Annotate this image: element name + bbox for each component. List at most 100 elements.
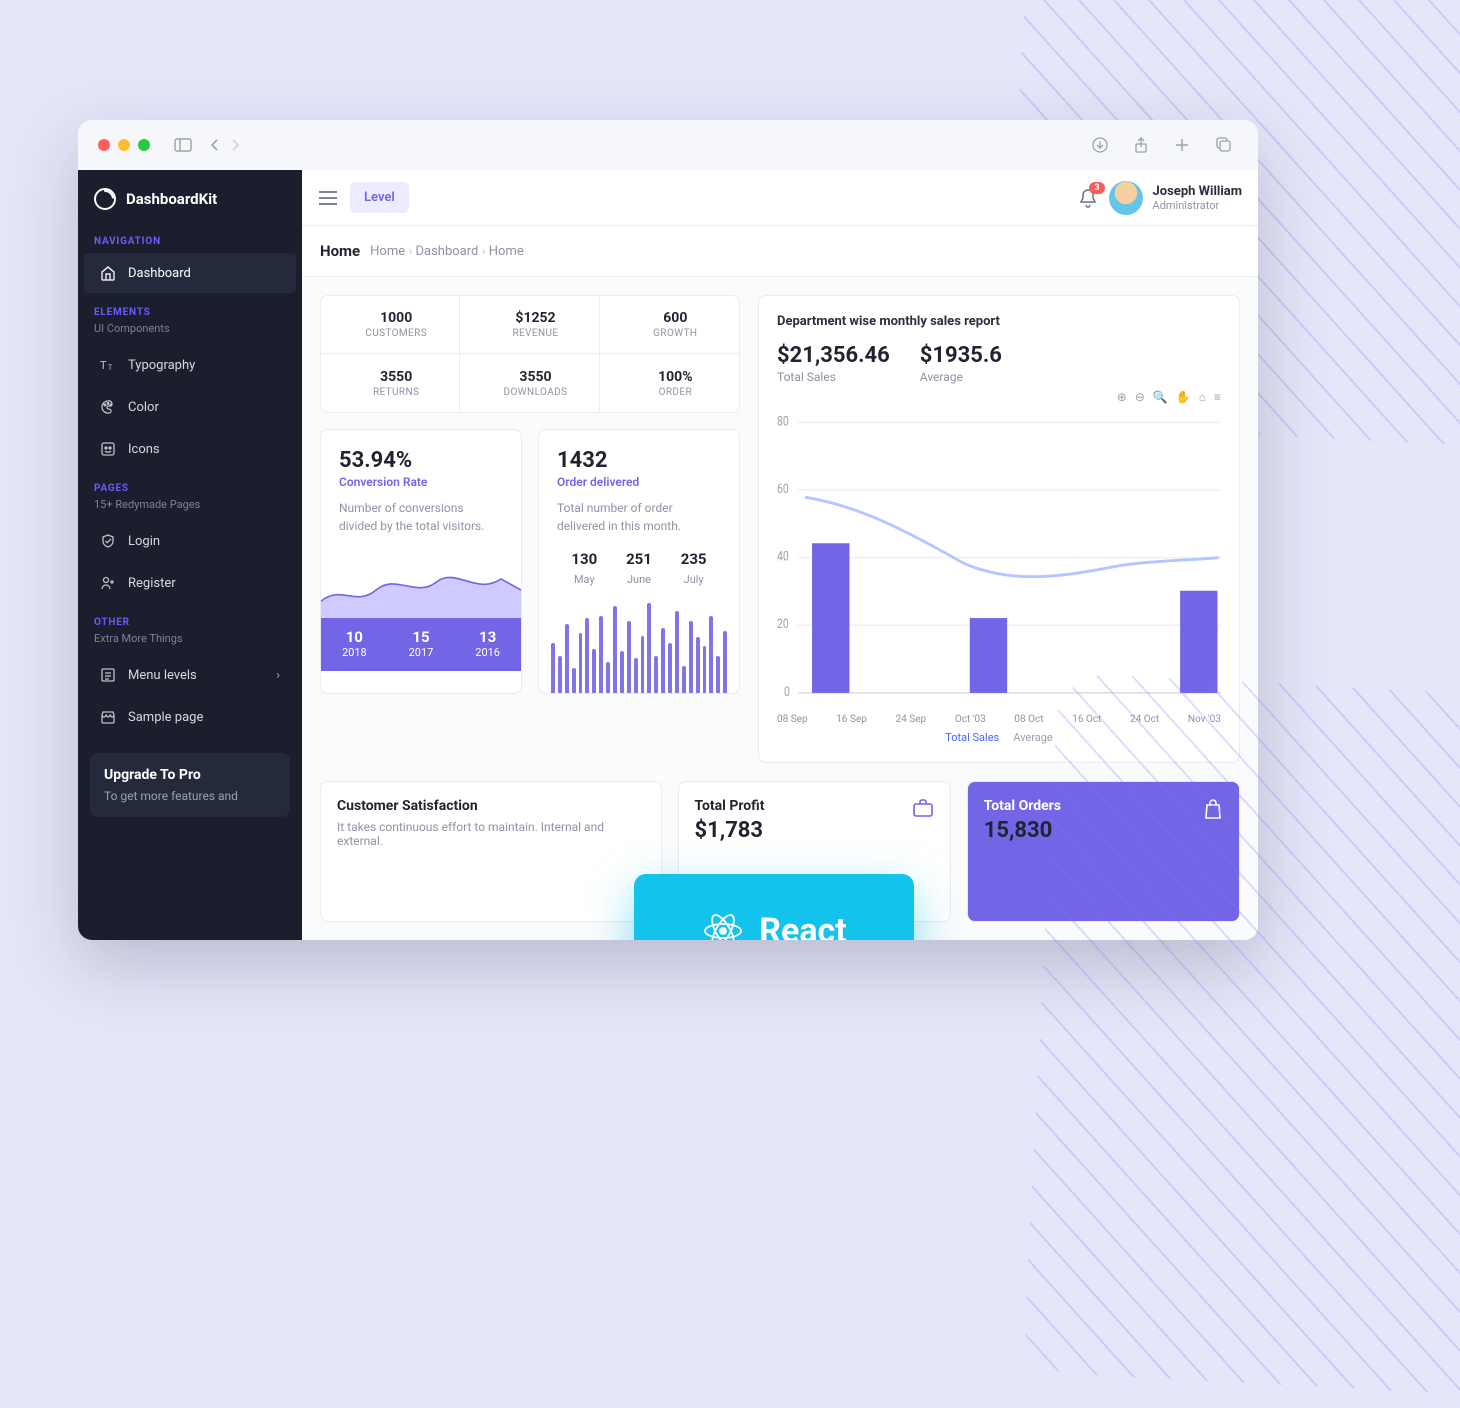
stat-label: ORDER xyxy=(659,387,692,398)
person-add-icon xyxy=(100,575,116,591)
svg-text:0: 0 xyxy=(784,684,790,699)
profit-title: Total Profit xyxy=(695,798,765,814)
conversion-value: 53.94% xyxy=(339,448,503,473)
zoom-in-icon[interactable]: ⊕ xyxy=(1117,390,1127,404)
forward-icon[interactable] xyxy=(230,138,240,152)
brand[interactable]: DashboardKit xyxy=(78,170,302,224)
home-icon[interactable]: ⌂ xyxy=(1199,390,1206,404)
x-label: 24 Oct xyxy=(1130,714,1159,725)
stat-downloads: 3550DOWNLOADS xyxy=(460,354,599,412)
sidebar-item-label: Register xyxy=(128,576,176,591)
stats-grid: 1000CUSTOMERS$1252REVENUE600GROWTH3550RE… xyxy=(320,295,740,413)
page-title: Home xyxy=(320,242,360,260)
tabs-icon[interactable] xyxy=(1216,137,1232,153)
month-stat: 235July xyxy=(681,549,707,587)
maximize-window[interactable] xyxy=(138,139,150,151)
section-title: NAVIGATION xyxy=(78,224,302,251)
breadcrumb-item[interactable]: Dashboard xyxy=(416,244,479,259)
svg-text:T: T xyxy=(108,364,113,372)
orders-value: 1432 xyxy=(557,448,721,473)
chart-toolbar: ⊕ ⊖ 🔍 ✋ ⌂ ≡ xyxy=(777,390,1221,404)
sidebar-item-register[interactable]: Register xyxy=(84,563,296,603)
menu-icon[interactable] xyxy=(318,191,338,205)
sidebar-item-icons[interactable]: Icons xyxy=(84,429,296,469)
stat-returns: 3550RETURNS xyxy=(321,354,460,412)
stat-label: GROWTH xyxy=(653,328,697,339)
orders-label: Order delivered xyxy=(557,475,721,489)
sidebar-item-color[interactable]: Color xyxy=(84,387,296,427)
zoom-out-icon[interactable]: ⊖ xyxy=(1135,390,1145,404)
sidebar-item-label: Dashboard xyxy=(128,266,191,281)
briefcase-icon xyxy=(912,798,934,818)
stat-growth: 600 GROWTH xyxy=(600,296,739,354)
sidebar-item-typography[interactable]: TT Typography xyxy=(84,345,296,385)
report-card: Department wise monthly sales report $21… xyxy=(758,295,1240,763)
minimize-window[interactable] xyxy=(118,139,130,151)
svg-text:T: T xyxy=(100,359,107,372)
total-orders-title: Total Orders xyxy=(984,798,1061,814)
shield-icon xyxy=(100,533,116,549)
menu-icon[interactable]: ≡ xyxy=(1214,390,1221,404)
plus-icon[interactable] xyxy=(1174,137,1190,153)
section-subtitle: 15+ Redymade Pages xyxy=(78,498,302,519)
conversion-desc: Number of conversions divided by the tot… xyxy=(339,499,503,535)
level-button[interactable]: Level xyxy=(350,182,409,213)
section-subtitle: Extra More Things xyxy=(78,632,302,653)
x-label: 08 Sep xyxy=(777,714,808,725)
sidebar-toggle-icon[interactable] xyxy=(174,138,192,152)
stat-label: DOWNLOADS xyxy=(504,387,568,398)
sidebar-item-dashboard[interactable]: Dashboard xyxy=(84,253,296,293)
total-orders-card: Total Orders 15,830 xyxy=(967,781,1240,922)
stat-value: 1000 xyxy=(380,310,412,326)
pan-icon[interactable]: ✋ xyxy=(1176,390,1191,404)
list-icon xyxy=(100,667,116,683)
react-badge: React xyxy=(634,874,914,940)
breadcrumb-item[interactable]: Home xyxy=(489,244,524,259)
main: Level 3 Joseph William Administrator Hom… xyxy=(302,170,1258,940)
stat-label: CUSTOMERS xyxy=(365,328,427,339)
section-title: ELEMENTS xyxy=(78,295,302,322)
upgrade-card[interactable]: Upgrade To Pro To get more features and xyxy=(90,753,290,817)
notifications-button[interactable]: 3 xyxy=(1079,188,1097,208)
sidebar-item-label: Typography xyxy=(128,358,195,373)
type-icon: TT xyxy=(100,357,116,373)
close-window[interactable] xyxy=(98,139,110,151)
report-title: Department wise monthly sales report xyxy=(777,314,1221,329)
profit-value: $1,783 xyxy=(695,818,765,843)
stat-value: 3550 xyxy=(380,369,412,385)
section-title: OTHER xyxy=(78,605,302,632)
x-label: 24 Sep xyxy=(896,714,927,725)
x-label: 08 Oct xyxy=(1014,714,1043,725)
chevron-right-icon: › xyxy=(276,668,280,683)
orders-desc: Total number of order delivered in this … xyxy=(557,499,721,535)
sidebar-item-menu-levels[interactable]: Menu levels› xyxy=(84,655,296,695)
satisfaction-card: Customer Satisfaction It takes continuou… xyxy=(320,781,662,922)
zoom-icon[interactable]: 🔍 xyxy=(1153,390,1168,404)
sidebar-item-label: Icons xyxy=(128,442,160,457)
section-title: PAGES xyxy=(78,471,302,498)
satisfaction-title: Customer Satisfaction xyxy=(337,798,645,814)
svg-text:60: 60 xyxy=(777,481,789,496)
legend-average: Average xyxy=(1013,731,1053,744)
download-icon[interactable] xyxy=(1092,137,1108,153)
upgrade-title: Upgrade To Pro xyxy=(104,767,201,783)
sidebar-item-sample-page[interactable]: Sample page xyxy=(84,697,296,737)
notification-badge: 3 xyxy=(1089,182,1104,194)
sidebar-item-label: Login xyxy=(128,534,160,549)
report-total: $21,356.46 xyxy=(777,343,890,368)
user-menu[interactable]: Joseph William Administrator xyxy=(1109,181,1242,215)
year-stat: 152017 xyxy=(409,628,434,659)
breadcrumb-item[interactable]: Home xyxy=(370,244,405,259)
share-icon[interactable] xyxy=(1134,137,1148,153)
emoji-icon xyxy=(100,441,116,457)
upgrade-subtitle: To get more features and xyxy=(104,789,276,803)
stat-value: 600 xyxy=(663,310,687,326)
logo-icon xyxy=(94,188,116,210)
report-chart: 80 60 40 20 0 xyxy=(777,408,1221,710)
avatar xyxy=(1109,181,1143,215)
report-total-label: Total Sales xyxy=(777,370,890,384)
traffic-lights xyxy=(98,139,150,151)
back-icon[interactable] xyxy=(210,138,220,152)
user-name: Joseph William xyxy=(1153,184,1242,199)
sidebar-item-login[interactable]: Login xyxy=(84,521,296,561)
